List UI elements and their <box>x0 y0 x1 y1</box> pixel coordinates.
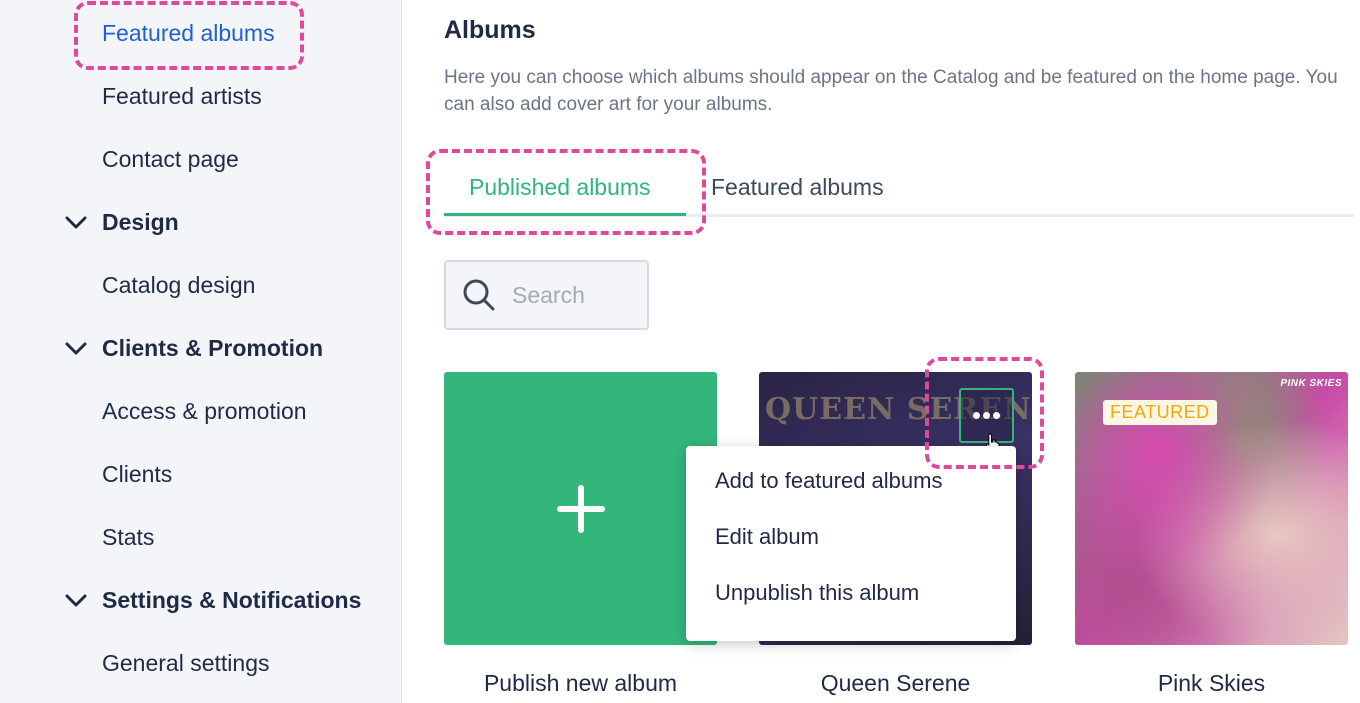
search-input[interactable] <box>512 281 642 309</box>
search-icon <box>463 279 495 311</box>
dot <box>983 412 990 419</box>
search-box[interactable] <box>444 260 649 330</box>
sidebar-item-catalog-design[interactable]: Catalog design <box>102 272 255 299</box>
page-description: Here you can choose which albums should … <box>444 67 1338 115</box>
sidebar-item-general-settings[interactable]: General settings <box>102 650 269 677</box>
tab-featured-albums[interactable]: Featured albums <box>711 174 884 201</box>
dot <box>993 412 1000 419</box>
sidebar-item-contact-page[interactable]: Contact page <box>102 146 239 173</box>
sidebar-section-label: Settings & Notifications <box>102 587 362 613</box>
chevron-down-icon <box>65 594 87 606</box>
page-title: Albums <box>444 16 536 44</box>
album-cover-title: PINK SKIES <box>1280 378 1342 389</box>
main-content: Albums Here you can choose which albums … <box>402 0 1360 703</box>
sidebar-section-settings-notifications[interactable]: Settings & Notifications <box>64 587 361 614</box>
plus-icon <box>556 484 605 533</box>
album-context-menu: Add to featured albums Edit album Unpubl… <box>686 446 1016 641</box>
sidebar-item-clients[interactable]: Clients <box>102 461 172 488</box>
sidebar-item-featured-albums[interactable]: Featured albums <box>102 20 275 47</box>
album-label: Pink Skies <box>1157 670 1266 696</box>
album-card-pink-skies[interactable]: PINK SKIES FEATURED <box>1075 372 1348 645</box>
sidebar: Featured albums Featured artists Contact… <box>0 0 402 703</box>
active-tab-indicator <box>444 213 686 216</box>
sidebar-section-design[interactable]: Design <box>64 209 179 236</box>
tab-published-albums[interactable]: Published albums <box>469 174 651 201</box>
menu-item-add-to-featured[interactable]: Add to featured albums <box>686 468 1016 524</box>
publish-new-album-card[interactable] <box>444 372 717 645</box>
menu-item-unpublish-album[interactable]: Unpublish this album <box>686 580 1016 636</box>
sidebar-section-label: Design <box>102 209 179 235</box>
sidebar-section-clients-promotion[interactable]: Clients & Promotion <box>64 335 323 362</box>
album-label: Publish new album <box>483 670 678 696</box>
sidebar-item-featured-artists[interactable]: Featured artists <box>102 83 262 110</box>
sidebar-item-access-promotion[interactable]: Access & promotion <box>102 398 307 425</box>
sidebar-section-label: Clients & Promotion <box>102 335 324 361</box>
menu-item-edit-album[interactable]: Edit album <box>686 524 1016 580</box>
chevron-down-icon <box>65 216 87 228</box>
dot <box>973 412 980 419</box>
sidebar-item-stats[interactable]: Stats <box>102 524 154 551</box>
album-label: Queen Serene <box>820 670 971 696</box>
featured-badge: FEATURED <box>1103 400 1217 425</box>
chevron-down-icon <box>65 342 87 354</box>
